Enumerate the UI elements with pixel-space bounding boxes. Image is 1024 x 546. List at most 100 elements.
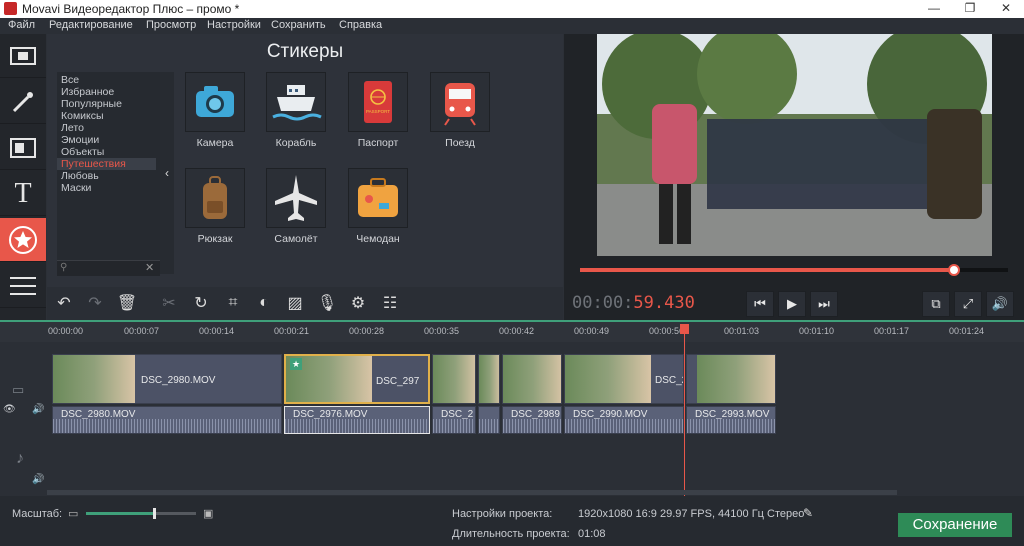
ruler-tick: 00:00:56 (649, 326, 685, 336)
ruler-tick: 00:01:03 (724, 326, 760, 336)
category-item[interactable]: Все (61, 74, 79, 86)
zoom-slider[interactable] (86, 508, 196, 519)
waveform (565, 419, 683, 433)
category-item[interactable]: Объекты (61, 146, 104, 158)
playhead[interactable] (684, 324, 685, 496)
category-item[interactable]: Избранное (61, 86, 114, 98)
zoom-in-icon[interactable]: ▣ (203, 507, 213, 520)
audio-clip[interactable] (478, 406, 500, 434)
clear-search-icon[interactable]: ✕ (145, 261, 154, 274)
close-button[interactable]: ✕ (986, 0, 1024, 18)
category-item[interactable]: Популярные (61, 98, 122, 110)
category-item[interactable]: Любовь (61, 170, 99, 182)
sticker-ship[interactable] (266, 72, 326, 132)
video-frame (597, 34, 992, 256)
ruler-tick: 00:00:28 (349, 326, 385, 336)
crop-icon: ⌗ (228, 294, 238, 311)
transitions-tab[interactable] (0, 126, 46, 170)
visibility-icon[interactable]: 👁 (3, 404, 16, 415)
zoom-slider-handle[interactable] (153, 508, 157, 519)
audio-equalizer-button[interactable]: ☷ (376, 290, 404, 316)
record-audio-button[interactable]: 🎙 (313, 290, 341, 316)
more-tab[interactable] (0, 264, 46, 308)
titles-tab[interactable]: T (0, 172, 46, 216)
category-item-selected[interactable]: Путешествия (57, 158, 156, 170)
ship-icon (272, 85, 322, 121)
menu-save[interactable]: Сохранить (271, 19, 326, 31)
clip-properties-button[interactable]: ⚙ (344, 290, 372, 316)
audio-clip[interactable]: DSC_2993.MOV (686, 406, 776, 434)
audio-track-volume-icon[interactable]: 🔊 (32, 474, 44, 485)
crop-button[interactable]: ⌗ (219, 290, 247, 316)
category-item[interactable]: Маски (61, 182, 91, 194)
seek-bar[interactable] (580, 264, 1008, 276)
detach-preview-button[interactable]: ⧉ (922, 291, 950, 317)
save-button[interactable]: Сохранение (898, 513, 1012, 537)
fullscreen-button[interactable]: ⤢ (954, 291, 982, 317)
stickers-tab[interactable] (0, 218, 46, 262)
video-clip[interactable] (478, 354, 500, 404)
maximize-button[interactable]: ❐ (950, 0, 990, 18)
track-volume-icon[interactable]: 🔊 (32, 404, 44, 415)
import-tab[interactable] (0, 34, 46, 78)
volume-button[interactable]: 🔊 (986, 291, 1014, 317)
timeline-scrollbar[interactable] (47, 490, 897, 495)
seek-handle[interactable] (947, 264, 960, 276)
previous-frame-button[interactable]: ⏮ (746, 291, 774, 317)
waveform (687, 419, 775, 433)
audio-clip[interactable]: DSC_2989 (502, 406, 562, 434)
audio-clip[interactable]: DSC_2 (432, 406, 476, 434)
speaker-icon: 🔊 (991, 296, 1009, 311)
menu-help[interactable]: Справка (339, 19, 382, 31)
redo-button[interactable]: ↷ (81, 290, 109, 316)
category-item[interactable]: Эмоции (61, 134, 99, 146)
category-item[interactable]: Комиксы (61, 110, 104, 122)
minimize-button[interactable]: — (914, 0, 954, 18)
filters-tab[interactable] (0, 80, 46, 124)
timecode-current: 59.430 (633, 293, 695, 313)
color-adjust-button[interactable]: ◐ (250, 290, 278, 316)
sticker-camera[interactable] (185, 72, 245, 132)
video-clip[interactable]: DSC_2980.MOV (52, 354, 282, 404)
menu-view[interactable]: Просмотр (146, 19, 196, 31)
ruler-tick: 00:00:35 (424, 326, 460, 336)
delete-button[interactable]: 🗑 (113, 290, 141, 316)
cut-button[interactable]: ✂ (155, 290, 183, 316)
category-search-input[interactable]: ⚲ ✕ (57, 260, 160, 276)
sticker-label: Самолёт (274, 233, 318, 245)
sticker-suitcase[interactable] (348, 168, 408, 228)
edit-settings-icon[interactable]: ✎ (803, 506, 813, 520)
menu-settings[interactable]: Настройки (207, 19, 261, 31)
film-icon (10, 46, 36, 65)
waveform (479, 419, 499, 433)
video-clip-selected[interactable]: ★ DSC_297 (284, 354, 430, 404)
video-clip[interactable]: DSC_2990.MOV (564, 354, 684, 404)
video-clip[interactable] (432, 354, 476, 404)
menu-file[interactable]: Файл (8, 19, 35, 31)
video-preview[interactable] (597, 34, 992, 256)
duration-label: Длительность проекта: (452, 528, 570, 540)
playhead-handle[interactable] (680, 324, 689, 334)
sticker-passport[interactable]: PASSPORT (348, 72, 408, 132)
sticker-backpack[interactable] (185, 168, 245, 228)
zoom-out-icon[interactable]: ▭ (68, 507, 78, 520)
time-ruler[interactable]: 00:00:00 00:00:07 00:00:14 00:00:21 00:0… (0, 320, 1024, 342)
menu-edit[interactable]: Редактирование (49, 19, 133, 31)
mic-icon: 🎙 (316, 295, 338, 312)
sticker-train[interactable] (430, 72, 490, 132)
sticker-airplane[interactable] (266, 168, 326, 228)
audio-clip[interactable]: DSC_2980.MOV (52, 406, 282, 434)
image-button[interactable]: ▨ (281, 290, 309, 316)
clip-name: DSC_2990.MOV (655, 375, 683, 386)
ruler-tick: 00:01:10 (799, 326, 835, 336)
category-item[interactable]: Лето (61, 122, 84, 134)
undo-button[interactable]: ↶ (50, 290, 78, 316)
ruler-tick: 00:00:49 (574, 326, 610, 336)
next-frame-button[interactable]: ⏭ (810, 291, 838, 317)
rotate-button[interactable]: ↻ (187, 290, 215, 316)
audio-clip[interactable]: DSC_2990.MOV (564, 406, 684, 434)
play-button[interactable]: ▶ (778, 291, 806, 317)
audio-clip-selected[interactable]: DSC_2976.MOV (284, 406, 430, 434)
video-clip[interactable] (686, 354, 776, 404)
video-clip[interactable] (502, 354, 562, 404)
